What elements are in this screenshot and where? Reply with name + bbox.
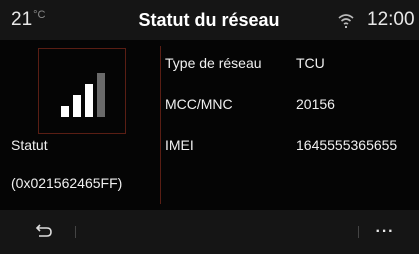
panel-divider xyxy=(160,46,161,204)
info-value-network-type: TCU xyxy=(296,55,325,71)
info-value-imei: 1645555365655 xyxy=(296,137,398,153)
back-button[interactable] xyxy=(30,220,58,244)
bottom-separator-left xyxy=(75,226,76,238)
more-options-icon: ··· xyxy=(375,223,395,240)
info-key-imei: IMEI xyxy=(165,137,194,153)
status-code: (0x021562465FF) xyxy=(11,175,123,191)
top-status-bar: 21°C Statut du réseau 12:00 xyxy=(0,0,419,40)
page-title: Statut du réseau xyxy=(138,10,280,30)
status-label: Statut xyxy=(11,137,48,153)
info-key-mcc-mnc: MCC/MNC xyxy=(165,96,233,112)
info-key-network-type: Type de réseau xyxy=(165,55,262,71)
temperature-display: 21°C xyxy=(11,9,45,31)
more-options-button[interactable]: ··· xyxy=(370,220,400,244)
signal-bar xyxy=(97,73,105,117)
clock: 12:00 xyxy=(367,9,415,30)
info-value-mcc-mnc: 20156 xyxy=(296,96,335,112)
signal-icon-frame xyxy=(38,48,126,134)
wifi-icon xyxy=(337,12,355,30)
back-arrow-icon xyxy=(35,224,52,237)
bottom-bar: ··· xyxy=(0,210,419,254)
signal-strength-icon xyxy=(61,73,105,117)
bottom-separator-right xyxy=(358,226,359,238)
signal-bar xyxy=(61,106,69,117)
temperature-value: 21 xyxy=(11,9,33,30)
main-panel: Statut (0x021562465FF) Type de réseau TC… xyxy=(0,40,419,210)
temperature-unit: °C xyxy=(33,9,46,21)
signal-bar xyxy=(73,95,81,117)
signal-bar xyxy=(85,84,93,117)
